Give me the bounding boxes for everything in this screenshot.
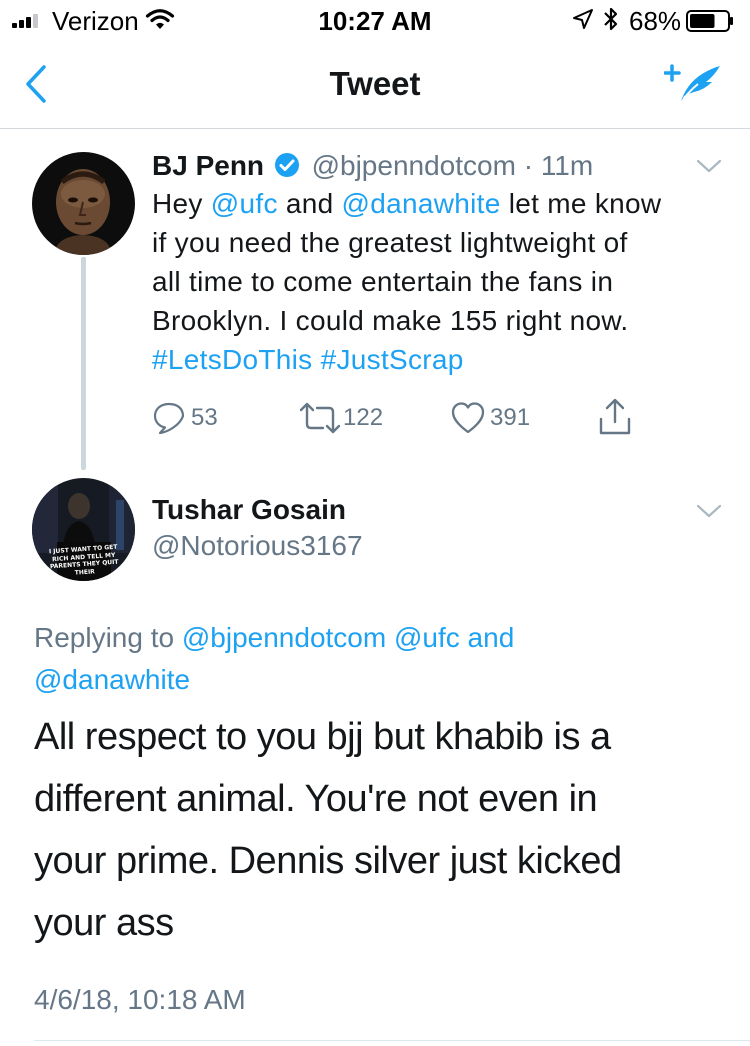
reply-menu-chevron-icon[interactable] bbox=[696, 503, 722, 519]
battery-icon bbox=[686, 10, 733, 32]
replying-to-line: Replying to @bjpenndotcom @ufc and bbox=[34, 622, 514, 654]
text-segment: Hey bbox=[152, 188, 211, 219]
reply-timestamp: 4/6/18, 10:18 AM bbox=[34, 984, 246, 1015]
bluetooth-icon bbox=[604, 7, 618, 31]
replying-to-line: @danawhite bbox=[34, 664, 190, 696]
text-segment: and bbox=[277, 188, 342, 219]
divider bbox=[34, 1040, 750, 1041]
separator-dot: · bbox=[523, 150, 534, 181]
tweet-header: BJ Penn @bjpenndotcom · 11m bbox=[152, 150, 593, 182]
tweet-text-line: Hey @ufc and @danawhite let me know bbox=[152, 188, 661, 220]
share-icon[interactable] bbox=[598, 398, 632, 436]
bj-penn-avatar-image bbox=[32, 152, 135, 255]
page-title: Tweet bbox=[329, 65, 421, 102]
reply-text-line: All respect to you bjj but khabib is a bbox=[34, 716, 611, 758]
reply-text-line: your prime. Dennis silver just kicked bbox=[34, 840, 622, 882]
mention-danawhite-link[interactable]: @danawhite bbox=[342, 188, 501, 219]
reply-count: 53 bbox=[191, 404, 218, 431]
avatar[interactable]: I JUST WANT TO GET RICH AND TELL MY PARE… bbox=[32, 478, 135, 581]
like-heart-icon[interactable] bbox=[450, 400, 486, 436]
avatar[interactable] bbox=[32, 152, 135, 255]
retweet-count: 122 bbox=[343, 404, 384, 431]
reply-author-handle[interactable]: @Notorious3167 bbox=[152, 530, 363, 562]
verified-badge-icon bbox=[274, 153, 299, 177]
reply-author-name: Tushar Gosain bbox=[152, 494, 346, 526]
compose-tweet-icon[interactable] bbox=[664, 62, 722, 108]
hashtag-justscrap-link[interactable]: #JustScrap bbox=[321, 344, 464, 375]
hashtag-letsdothis-link[interactable]: #LetsDoThis bbox=[152, 344, 313, 375]
like-count: 391 bbox=[490, 404, 531, 431]
author-name[interactable]: BJ Penn bbox=[152, 150, 264, 181]
reply-text-line: your ass bbox=[34, 902, 174, 944]
tweet-hashtags: #LetsDoThis #JustScrap bbox=[152, 344, 464, 376]
reply-icon[interactable] bbox=[152, 400, 186, 436]
avatar-overlay-text: I JUST WANT TO GET RICH AND TELL MY PARE… bbox=[48, 543, 119, 577]
status-bar: Verizon 10:27 AM 68% bbox=[0, 0, 750, 40]
tweet-text-line: Brooklyn. I could make 155 right now. bbox=[152, 305, 629, 336]
replying-and-text[interactable]: and bbox=[460, 622, 515, 653]
tweet-text-line: all time to come entertain the fans in bbox=[152, 266, 614, 297]
replying-to-bjpenndotcom-link[interactable]: @bjpenndotcom bbox=[182, 622, 386, 653]
tweet-menu-chevron-icon[interactable] bbox=[696, 158, 722, 174]
nav-bar: Tweet bbox=[0, 40, 750, 129]
author-name[interactable]: Tushar Gosain bbox=[152, 494, 346, 525]
reply-text-line: different animal. You're not even in bbox=[34, 778, 598, 820]
text-segment: Replying to bbox=[34, 622, 182, 653]
tweet-text-line: if you need the greatest lightweight of bbox=[152, 227, 628, 258]
battery-percent: 68% bbox=[629, 6, 682, 36]
replying-to-ufc-link[interactable]: @ufc bbox=[394, 622, 460, 653]
thread-line bbox=[81, 257, 86, 470]
retweet-icon[interactable] bbox=[298, 400, 342, 436]
tweet-age: 11m bbox=[540, 150, 594, 181]
location-arrow-icon bbox=[573, 9, 593, 29]
replying-to-danawhite-link[interactable]: @danawhite bbox=[34, 664, 190, 695]
author-handle[interactable]: @bjpenndotcom bbox=[312, 150, 516, 181]
text-segment: let me know bbox=[500, 188, 662, 219]
mention-ufc-link[interactable]: @ufc bbox=[211, 188, 278, 219]
